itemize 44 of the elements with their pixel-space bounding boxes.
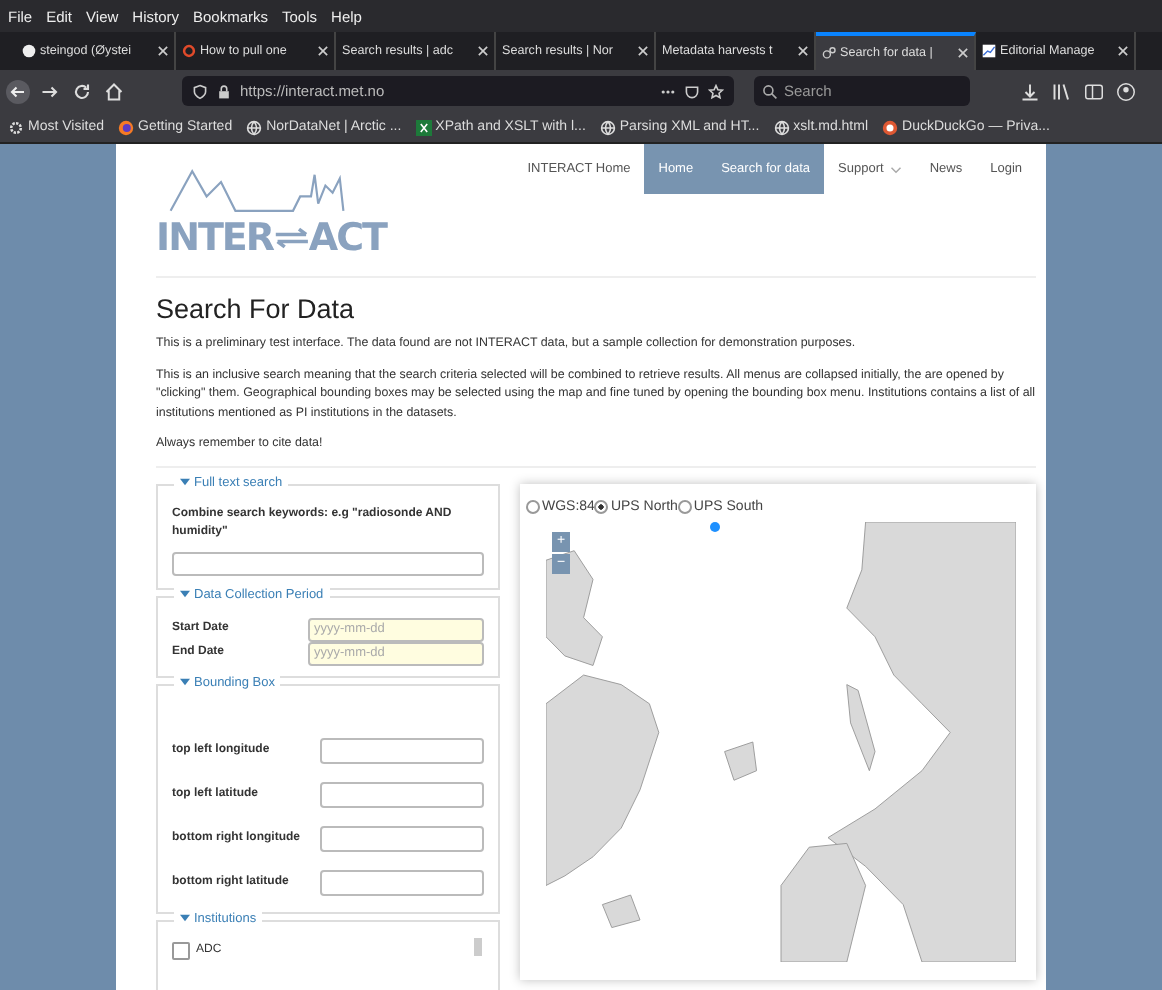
globe-icon — [773, 119, 790, 135]
close-icon[interactable] — [798, 46, 808, 56]
gears-icon — [822, 46, 836, 60]
close-icon[interactable] — [638, 46, 648, 56]
library-icon[interactable] — [1050, 79, 1074, 103]
star-icon[interactable] — [708, 83, 724, 99]
scrollbar-thumb[interactable] — [474, 937, 482, 955]
checkbox[interactable] — [172, 941, 190, 959]
radio-button[interactable] — [526, 499, 540, 513]
lock-icon — [216, 83, 232, 99]
page-heading: Search For Data — [156, 294, 357, 324]
close-icon[interactable] — [158, 46, 168, 56]
chart-icon — [982, 44, 996, 58]
reload-icon[interactable] — [70, 79, 94, 103]
coordinate-field[interactable] — [320, 869, 484, 895]
coordinate-field[interactable] — [320, 781, 484, 807]
spreadsheet-icon — [415, 119, 432, 135]
browser-logo-icon — [118, 119, 134, 135]
radio-button[interactable] — [594, 499, 609, 513]
globe-icon — [599, 119, 616, 135]
close-icon[interactable] — [1118, 46, 1128, 56]
caret-icon — [180, 478, 190, 486]
caret-icon — [180, 590, 190, 598]
caret-icon — [180, 914, 190, 922]
coordinate-field[interactable] — [320, 825, 484, 851]
close-icon[interactable] — [958, 48, 968, 58]
globe-icon — [246, 119, 263, 135]
download-icon[interactable] — [1018, 79, 1042, 103]
account-icon[interactable] — [1114, 79, 1138, 103]
caret-icon — [180, 678, 190, 686]
keyword-field[interactable] — [172, 552, 484, 576]
shield-icon — [192, 83, 208, 99]
gear-icon — [8, 119, 24, 135]
location-marker-icon — [710, 521, 720, 531]
double-arrow-icon — [273, 226, 309, 250]
sidebar-icon[interactable] — [1082, 79, 1106, 103]
pocket-icon[interactable] — [684, 83, 700, 99]
home-icon[interactable] — [102, 79, 126, 103]
search-icon — [762, 83, 778, 99]
close-icon[interactable] — [478, 46, 488, 56]
close-icon[interactable] — [318, 46, 328, 56]
radio-button[interactable] — [677, 499, 692, 513]
coordinate-field[interactable] — [320, 737, 484, 763]
back-icon[interactable] — [6, 79, 30, 103]
